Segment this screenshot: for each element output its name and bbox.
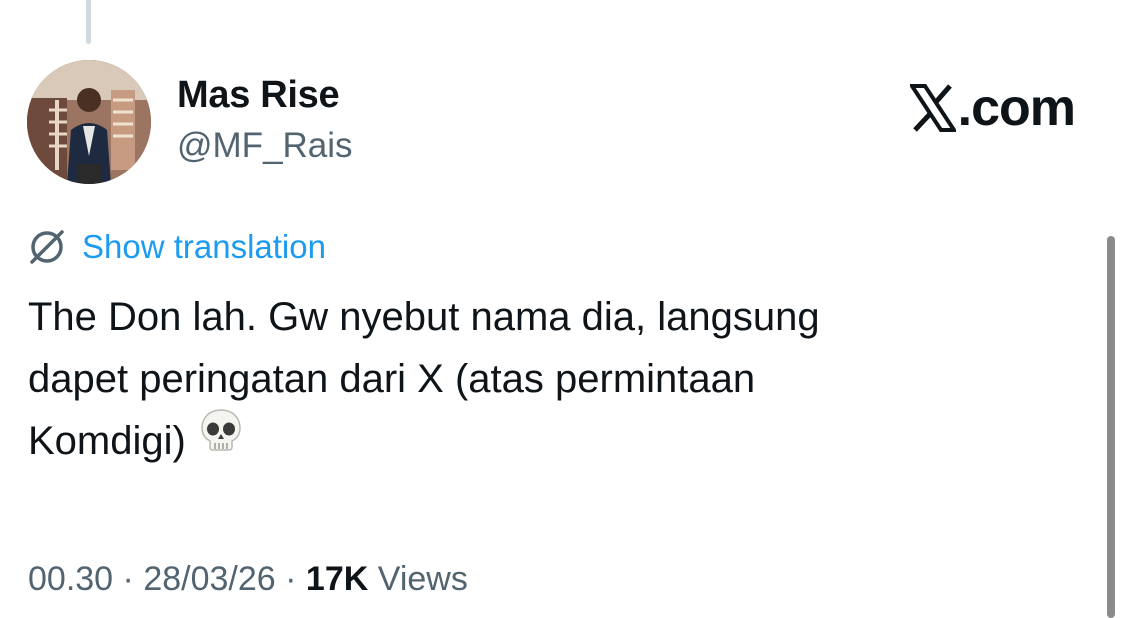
brand-domain-text: .com	[957, 79, 1076, 137]
x-brand-watermark: .com	[909, 76, 1076, 140]
tweet-time[interactable]: 00.30	[28, 560, 113, 598]
view-count[interactable]: 17K	[306, 560, 368, 598]
tweet-text-line: The Don lah. Gw nyebut nama dia, langsun…	[28, 295, 820, 339]
tweet-date[interactable]: 28/03/26	[143, 560, 275, 598]
scrollbar[interactable]	[1107, 236, 1115, 618]
thread-connector-line	[86, 0, 91, 44]
meta-separator: ·	[285, 560, 297, 598]
show-translation-link[interactable]: Show translation	[26, 226, 326, 268]
views-label: Views	[377, 560, 468, 598]
tweet-text: The Don lah. Gw nyebut nama dia, langsun…	[28, 286, 1038, 475]
tweet-meta: 00.30 · 28/03/26 · 17K Views	[28, 560, 468, 599]
avatar[interactable]	[27, 60, 151, 184]
skull-emoji	[198, 407, 244, 471]
globe-strike-icon	[30, 230, 64, 264]
x-logo-icon	[909, 84, 956, 132]
meta-separator: ·	[122, 560, 134, 598]
tweet-text-fragment: Komdigi)	[28, 419, 186, 463]
author-display-name[interactable]: Mas Rise	[177, 74, 340, 117]
tweet-text-line: Komdigi)	[28, 407, 1038, 475]
tweet-text-line: dapet peringatan dari X (atas permintaan	[28, 357, 756, 401]
show-translation-label: Show translation	[82, 228, 326, 265]
avatar-photo	[27, 60, 151, 184]
author-handle[interactable]: @MF_Rais	[177, 126, 353, 166]
